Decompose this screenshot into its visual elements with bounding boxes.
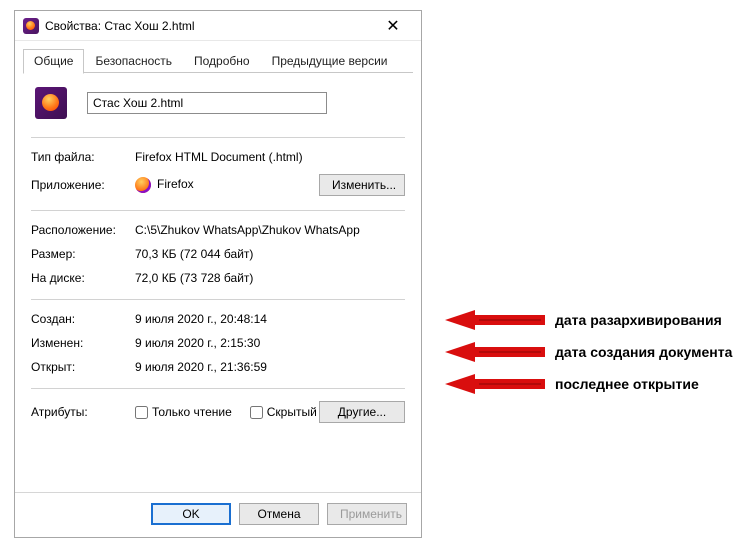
annotation-accessed-label: последнее открытие xyxy=(555,376,699,392)
separator xyxy=(31,137,405,138)
apply-button[interactable]: Применить xyxy=(327,503,407,525)
file-type-icon xyxy=(35,87,67,119)
value-filetype: Firefox HTML Document (.html) xyxy=(135,150,405,164)
annotation-modified: дата создания документа xyxy=(445,342,732,362)
value-ondisk: 72,0 КБ (73 728 байт) xyxy=(135,271,405,285)
label-app: Приложение: xyxy=(31,178,135,192)
readonly-checkbox[interactable] xyxy=(135,406,148,419)
value-accessed: 9 июля 2020 г., 21:36:59 xyxy=(135,360,405,374)
annotation-created-label: дата разархивирования xyxy=(555,312,722,328)
filename-input[interactable] xyxy=(87,92,327,114)
tab-panel-general: Тип файла: Firefox HTML Document (.html)… xyxy=(15,73,421,492)
firefox-icon xyxy=(135,177,151,193)
cancel-button[interactable]: Отмена xyxy=(239,503,319,525)
attributes-group: Только чтение Скрытый xyxy=(135,405,319,419)
label-size: Размер: xyxy=(31,247,135,261)
tab-details[interactable]: Подробно xyxy=(183,49,261,74)
arrow-icon xyxy=(445,310,545,330)
readonly-checkbox-label[interactable]: Только чтение xyxy=(135,405,232,419)
annotation-modified-label: дата создания документа xyxy=(555,344,732,360)
label-modified: Изменен: xyxy=(31,336,135,350)
annotation-created: дата разархивирования xyxy=(445,310,722,330)
ok-button[interactable]: OK xyxy=(151,503,231,525)
value-modified: 9 июля 2020 г., 2:15:30 xyxy=(135,336,405,350)
value-size: 70,3 КБ (72 044 байт) xyxy=(135,247,405,261)
arrow-icon xyxy=(445,374,545,394)
dialog-buttons: OK Отмена Применить xyxy=(15,492,421,537)
readonly-text: Только чтение xyxy=(152,405,232,419)
label-attributes: Атрибуты: xyxy=(31,405,135,419)
window-title: Свойства: Стас Хош 2.html xyxy=(45,19,371,33)
label-created: Создан: xyxy=(31,312,135,326)
app-icon xyxy=(23,18,39,34)
tab-strip: Общие Безопасность Подробно Предыдущие в… xyxy=(15,41,421,73)
separator xyxy=(31,388,405,389)
value-location: C:\5\Zhukov WhatsApp\Zhukov WhatsApp xyxy=(135,223,405,237)
value-created: 9 июля 2020 г., 20:48:14 xyxy=(135,312,405,326)
properties-dialog: Свойства: Стас Хош 2.html ✕ Общие Безопа… xyxy=(14,10,422,538)
tab-previous-versions[interactable]: Предыдущие версии xyxy=(261,49,399,74)
hidden-checkbox-label[interactable]: Скрытый xyxy=(250,405,317,419)
separator xyxy=(31,299,405,300)
titlebar: Свойства: Стас Хош 2.html ✕ xyxy=(15,11,421,41)
value-app: Firefox xyxy=(135,177,319,193)
label-location: Расположение: xyxy=(31,223,135,237)
hidden-text: Скрытый xyxy=(267,405,317,419)
tab-security[interactable]: Безопасность xyxy=(84,49,183,74)
label-filetype: Тип файла: xyxy=(31,150,135,164)
label-accessed: Открыт: xyxy=(31,360,135,374)
annotation-accessed: последнее открытие xyxy=(445,374,699,394)
close-button[interactable]: ✕ xyxy=(371,12,415,40)
hidden-checkbox[interactable] xyxy=(250,406,263,419)
separator xyxy=(31,210,405,211)
tab-general[interactable]: Общие xyxy=(23,49,84,74)
label-ondisk: На диске: xyxy=(31,271,135,285)
arrow-icon xyxy=(445,342,545,362)
change-app-button[interactable]: Изменить... xyxy=(319,174,405,196)
app-name-text: Firefox xyxy=(157,177,194,191)
advanced-attributes-button[interactable]: Другие... xyxy=(319,401,405,423)
